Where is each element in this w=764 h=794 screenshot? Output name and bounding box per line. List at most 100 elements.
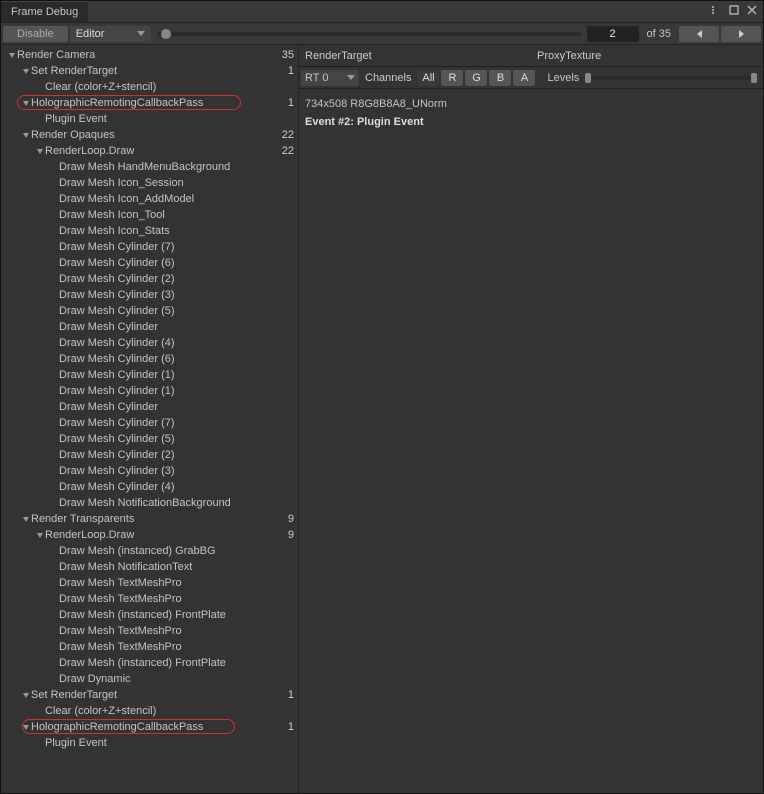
window-controls: [711, 1, 763, 22]
tree-row[interactable]: Draw Mesh Cylinder (1): [1, 383, 298, 399]
tree-label: HolographicRemotingCallbackPass: [31, 95, 298, 111]
tree-label: Draw Mesh NotificationBackground: [59, 495, 298, 511]
tree-row[interactable]: HolographicRemotingCallbackPass1: [1, 719, 298, 735]
tree-row[interactable]: Draw Mesh NotificationText: [1, 559, 298, 575]
render-target-value: ProxyTexture: [531, 46, 763, 66]
tree-row[interactable]: RenderLoop.Draw22: [1, 143, 298, 159]
disable-button[interactable]: Disable: [3, 26, 68, 42]
tree-row[interactable]: Plugin Event: [1, 735, 298, 751]
tree-label: Clear (color+Z+stencil): [45, 703, 298, 719]
levels-label: Levels: [537, 72, 583, 84]
tree-row[interactable]: Draw Mesh Icon_Stats: [1, 223, 298, 239]
slider-thumb[interactable]: [161, 29, 171, 39]
rt-dropdown[interactable]: RT 0: [301, 70, 359, 86]
tree-row[interactable]: Draw Mesh Cylinder (5): [1, 303, 298, 319]
levels-slider[interactable]: [585, 76, 757, 80]
tree-row[interactable]: Draw Mesh Cylinder (3): [1, 463, 298, 479]
tree-row[interactable]: Plugin Event: [1, 111, 298, 127]
tree-row[interactable]: Clear (color+Z+stencil): [1, 79, 298, 95]
tree-label: Render Opaques: [31, 127, 298, 143]
levels-max-thumb[interactable]: [751, 73, 757, 83]
expand-toggle[interactable]: [21, 95, 31, 111]
tree-label: Draw Mesh Cylinder (3): [59, 287, 298, 303]
tree-row[interactable]: Draw Mesh Cylinder (2): [1, 271, 298, 287]
tree-row[interactable]: Set RenderTarget1: [1, 687, 298, 703]
undock-icon[interactable]: [729, 5, 739, 18]
tree-row[interactable]: Render Opaques22: [1, 127, 298, 143]
tree-row[interactable]: Draw Mesh TextMeshPro: [1, 591, 298, 607]
event-slider[interactable]: [157, 32, 581, 36]
tree-row[interactable]: Draw Mesh Cylinder: [1, 399, 298, 415]
expand-toggle[interactable]: [35, 527, 45, 543]
tree-label: Draw Mesh Cylinder (7): [59, 239, 298, 255]
tree-label: Draw Mesh Cylinder (5): [59, 303, 298, 319]
tree-row[interactable]: Draw Mesh Cylinder (5): [1, 431, 298, 447]
levels-min-thumb[interactable]: [585, 73, 591, 83]
tree-row[interactable]: Draw Dynamic: [1, 671, 298, 687]
expand-toggle[interactable]: [21, 719, 31, 735]
prev-event-button[interactable]: [679, 26, 719, 42]
tree-row[interactable]: Draw Mesh Cylinder (7): [1, 415, 298, 431]
tree-count: 1: [288, 687, 294, 703]
tree-row[interactable]: Draw Mesh Cylinder (6): [1, 351, 298, 367]
close-icon[interactable]: [747, 5, 757, 18]
tree-row[interactable]: Draw Mesh Cylinder: [1, 319, 298, 335]
body-split: Render Camera35Set RenderTarget1Clear (c…: [1, 45, 763, 793]
expand-toggle[interactable]: [21, 511, 31, 527]
titlebar: Frame Debug: [1, 1, 763, 23]
channel-r-button[interactable]: R: [441, 70, 463, 86]
tree-label: Draw Mesh TextMeshPro: [59, 591, 298, 607]
event-tree[interactable]: Render Camera35Set RenderTarget1Clear (c…: [1, 45, 299, 793]
tree-row[interactable]: Draw Mesh Icon_AddModel: [1, 191, 298, 207]
channel-a-button[interactable]: A: [513, 70, 535, 86]
tree-row[interactable]: Draw Mesh NotificationBackground: [1, 495, 298, 511]
tree-row[interactable]: Draw Mesh Cylinder (4): [1, 479, 298, 495]
tree-label: Draw Mesh Cylinder (2): [59, 447, 298, 463]
arrow-left-icon: [697, 30, 702, 38]
tree-row[interactable]: Draw Mesh (instanced) FrontPlate: [1, 607, 298, 623]
tree-row[interactable]: Clear (color+Z+stencil): [1, 703, 298, 719]
channel-b-button[interactable]: B: [489, 70, 511, 86]
tree-row[interactable]: Draw Mesh Cylinder (6): [1, 255, 298, 271]
expand-toggle[interactable]: [21, 687, 31, 703]
tree-row[interactable]: Draw Mesh Cylinder (1): [1, 367, 298, 383]
tree-row[interactable]: Draw Mesh (instanced) GrabBG: [1, 543, 298, 559]
expand-toggle[interactable]: [21, 127, 31, 143]
tree-row[interactable]: Draw Mesh Cylinder (4): [1, 335, 298, 351]
tree-row[interactable]: Draw Mesh TextMeshPro: [1, 575, 298, 591]
next-event-button[interactable]: [721, 26, 761, 42]
tree-row[interactable]: Draw Mesh Cylinder (3): [1, 287, 298, 303]
expand-toggle[interactable]: [21, 63, 31, 79]
tree-label: Draw Mesh (instanced) FrontPlate: [59, 607, 298, 623]
tree-row[interactable]: Set RenderTarget1: [1, 63, 298, 79]
tree-label: RenderLoop.Draw: [45, 143, 298, 159]
expand-toggle[interactable]: [35, 143, 45, 159]
tree-row[interactable]: Draw Mesh Icon_Tool: [1, 207, 298, 223]
tree-row[interactable]: Render Camera35: [1, 47, 298, 63]
channel-all-button[interactable]: All: [417, 70, 439, 86]
event-line: Event #2: Plugin Event: [305, 113, 757, 131]
tree-label: Set RenderTarget: [31, 63, 298, 79]
tree-row[interactable]: Render Transparents9: [1, 511, 298, 527]
tree-label: Draw Mesh Cylinder (4): [59, 479, 298, 495]
expand-toggle[interactable]: [7, 47, 17, 63]
menu-icon[interactable]: [711, 5, 721, 18]
window-tab[interactable]: Frame Debug: [1, 1, 88, 22]
tree-row[interactable]: Draw Mesh HandMenuBackground: [1, 159, 298, 175]
tree-row[interactable]: Draw Mesh Icon_Session: [1, 175, 298, 191]
channel-g-button[interactable]: G: [465, 70, 487, 86]
scope-dropdown[interactable]: Editor: [70, 26, 151, 42]
tree-label: HolographicRemotingCallbackPass: [31, 719, 298, 735]
tree-row[interactable]: HolographicRemotingCallbackPass1: [1, 95, 298, 111]
tree-row[interactable]: RenderLoop.Draw9: [1, 527, 298, 543]
tree-row[interactable]: Draw Mesh TextMeshPro: [1, 639, 298, 655]
tree-row[interactable]: Draw Mesh Cylinder (7): [1, 239, 298, 255]
tree-count: 1: [288, 63, 294, 79]
tree-row[interactable]: Draw Mesh Cylinder (2): [1, 447, 298, 463]
detail-controls: RT 0 Channels All R G B A Levels: [299, 67, 763, 89]
tree-row[interactable]: Draw Mesh TextMeshPro: [1, 623, 298, 639]
tree-row[interactable]: Draw Mesh (instanced) FrontPlate: [1, 655, 298, 671]
tree-count: 35: [282, 47, 294, 63]
event-index-input[interactable]: [587, 26, 639, 42]
tree-label: Draw Mesh Icon_AddModel: [59, 191, 298, 207]
